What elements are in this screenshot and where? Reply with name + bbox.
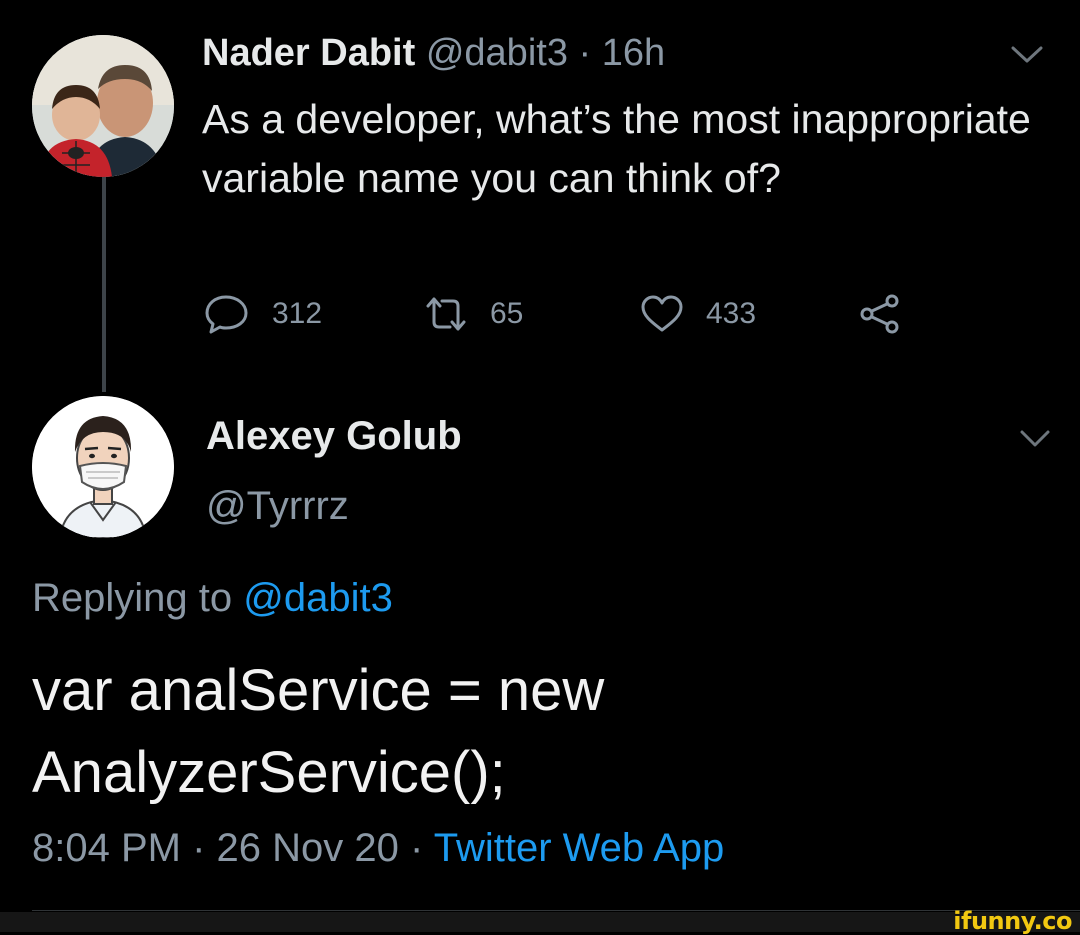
replying-prefix: Replying to <box>32 576 233 620</box>
watermark-logo: ifunny.co <box>953 907 1072 935</box>
thread-line <box>102 176 106 392</box>
separator: · <box>192 826 206 870</box>
source-link[interactable]: Twitter Web App <box>434 826 725 870</box>
tweet-time[interactable]: 8:04 PM <box>32 826 181 870</box>
chevron-down-icon[interactable] <box>1010 44 1044 66</box>
replying-handle-link[interactable]: @dabit3 <box>243 576 393 620</box>
retweet-count: 65 <box>490 297 524 330</box>
share-button[interactable] <box>858 294 904 334</box>
tweet-timestamp: 8:04 PM · 26 Nov 20 · Twitter Web App <box>32 826 724 871</box>
avatar-photo <box>32 35 174 177</box>
author-handle[interactable]: @Tyrrrz <box>206 484 349 529</box>
chevron-down-icon[interactable] <box>1018 428 1052 450</box>
tweet-text: var analService = new AnalyzerService(); <box>32 658 605 805</box>
retweet-button[interactable]: 65 <box>424 294 523 334</box>
reply-icon <box>205 295 248 334</box>
avatar-alexey[interactable] <box>32 396 174 538</box>
author-name[interactable]: Alexey Golub <box>206 414 462 459</box>
watermark-bar <box>0 912 1080 932</box>
divider <box>32 910 1080 911</box>
like-button[interactable]: 433 <box>640 294 756 334</box>
separator: · <box>578 32 592 74</box>
replying-to: Replying to @dabit3 <box>32 576 393 621</box>
tweet-time[interactable]: 16h <box>602 32 665 74</box>
separator: · <box>410 826 424 870</box>
avatar-nader[interactable] <box>32 35 174 177</box>
like-count: 433 <box>706 297 757 330</box>
avatar-illustration <box>32 396 174 538</box>
author-handle[interactable]: @dabit3 <box>426 32 568 74</box>
tweet-date[interactable]: 26 Nov 20 <box>217 826 399 870</box>
retweet-icon <box>426 297 466 331</box>
reply-count: 312 <box>272 297 323 330</box>
reply-button[interactable]: 312 <box>204 294 322 334</box>
tweet1-header: Nader Dabit @dabit3 · 16h <box>202 32 665 75</box>
share-icon <box>860 294 899 334</box>
heart-icon <box>641 295 683 332</box>
author-name[interactable]: Nader Dabit <box>202 32 415 74</box>
tweet-text: As a developer, what’s the most inapprop… <box>202 96 1031 201</box>
